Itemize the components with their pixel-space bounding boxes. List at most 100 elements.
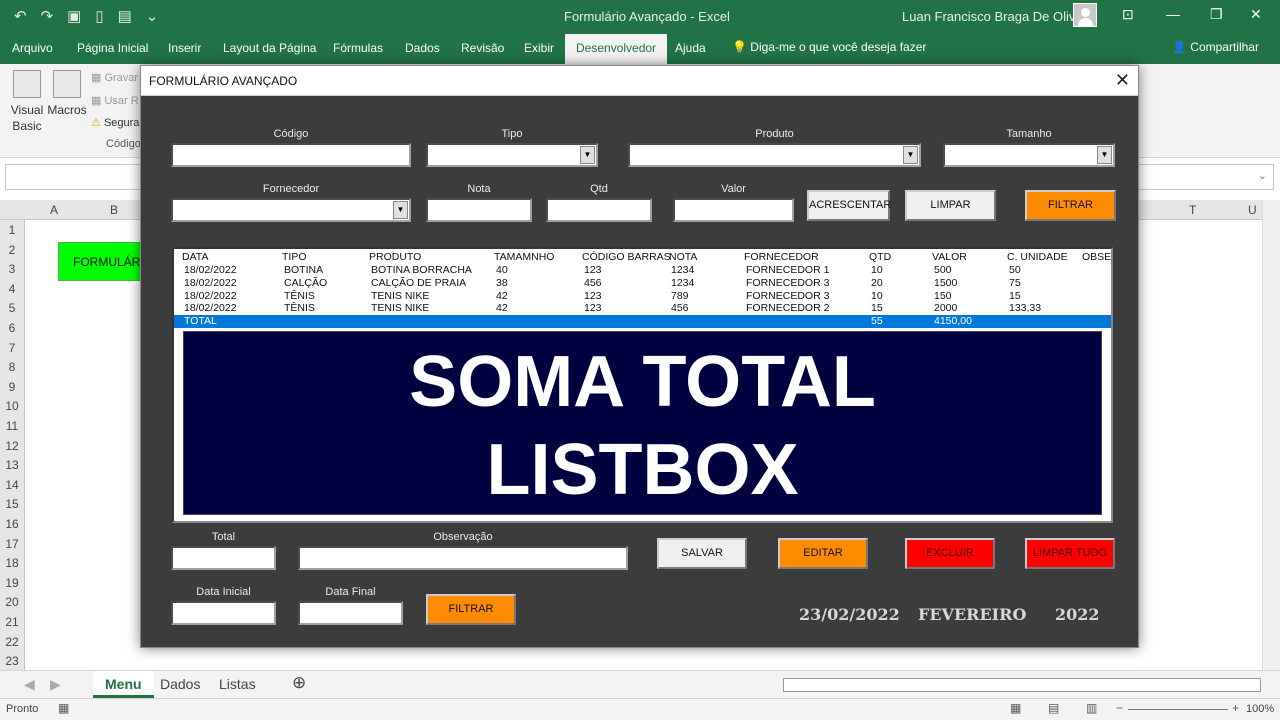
add-sheet-icon[interactable]: ⊕ [292,673,306,693]
acrescentar-button[interactable]: ACRESCENTAR [807,190,891,221]
row-header[interactable]: 12 [0,439,24,453]
sheet-tab-listas[interactable]: Listas [219,676,256,692]
chevron-down-icon[interactable]: ▼ [903,146,918,164]
records-listbox[interactable]: DATA TIPO PRODUTO TAMAMNHO CÓDIGO BARRAS NOTA… [172,247,1113,523]
limpar-tudo-button[interactable]: LIMPAR TUDO [1025,538,1115,569]
horizontal-scrollbar[interactable] [783,678,1261,692]
row-header[interactable]: 6 [0,321,24,335]
tell-me-search[interactable]: 💡 Diga-me o que você deseja fazer [732,40,926,54]
row-header[interactable]: 15 [0,497,24,511]
tab-ajuda[interactable]: Ajuda [675,41,706,55]
row-header[interactable]: 22 [0,635,24,649]
listbox-row[interactable]: 18/02/2022 TÊNIS TENIS NIKE 42 123 789 FORNECE… [174,290,1111,303]
tab-revisao[interactable]: Revisão [461,41,504,55]
page-layout-icon[interactable]: ▤ [1048,701,1059,715]
row-header[interactable]: 9 [0,380,24,394]
row-header[interactable]: 23 [0,654,24,668]
zoom-level[interactable]: 100% [1246,703,1274,715]
row-header[interactable]: 4 [0,282,24,296]
tab-layout[interactable]: Layout da Página [223,41,316,55]
prev-sheet-icon[interactable]: ◀ [24,676,35,693]
tab-desenvolvedor[interactable]: Desenvolvedor [565,34,668,64]
row-header[interactable]: 13 [0,458,24,472]
ribbon-display-icon[interactable]: ⊡ [1122,6,1134,23]
filtrar-button[interactable]: FILTRAR [1025,190,1116,221]
row-header[interactable]: 21 [0,615,24,629]
zoom-out-icon[interactable]: − [1116,701,1123,715]
qtd-input[interactable] [546,198,652,222]
row-header[interactable]: 11 [0,419,24,433]
macro-security-button[interactable]: ⚠ Segura [91,116,139,129]
filtrar-datas-button[interactable]: FILTRAR [426,594,516,625]
row-header[interactable]: 14 [0,478,24,492]
produto-combobox[interactable]: ▼ [628,143,921,167]
row-header[interactable]: 19 [0,576,24,590]
macros-button[interactable]: Macros [47,70,87,118]
row-header[interactable]: 5 [0,301,24,315]
row-header[interactable]: 1 [0,223,24,237]
sheet-tab-menu[interactable]: Menu [93,671,154,698]
chevron-down-icon[interactable]: ▼ [393,201,408,219]
row-header[interactable]: 20 [0,595,24,609]
redo-icon[interactable]: ↷ [41,7,54,25]
save-icon[interactable]: ▣ [67,7,81,25]
row-header[interactable]: 18 [0,556,24,570]
total-input[interactable] [171,546,276,570]
listbox-row[interactable]: 18/02/2022 CALÇÃO CALÇÃO DE PRAIA 38 456 1234… [174,277,1111,290]
share-button[interactable]: 👤 Compartilhar [1172,40,1259,54]
tab-exibir[interactable]: Exibir [524,41,554,55]
col-header[interactable]: B [110,203,118,217]
row-header[interactable]: 17 [0,537,24,551]
macro-record-icon[interactable]: ▦ [58,701,69,715]
close-icon[interactable]: ✕ [1250,6,1262,23]
tamanho-combobox[interactable]: ▼ [943,143,1115,167]
expand-formula-icon[interactable]: ⌄ [1258,169,1267,182]
tab-arquivo[interactable]: Arquivo [12,41,53,55]
row-header[interactable]: 8 [0,360,24,374]
zoom-slider[interactable] [1128,709,1228,710]
row-header[interactable]: 7 [0,341,24,355]
listbox-row[interactable]: 18/02/2022 TÊNIS TENIS NIKE 42 123 456 FORNECE… [174,302,1111,315]
new-document-icon[interactable]: ▯ [95,7,103,25]
data-final-input[interactable] [298,601,403,625]
sheet-tab-dados[interactable]: Dados [160,676,200,692]
relative-ref-button[interactable]: ▦ Usar R [91,94,139,107]
salvar-button[interactable]: SALVAR [657,538,747,569]
editar-button[interactable]: EDITAR [778,538,868,569]
customize-qat-icon[interactable]: ⌄ [146,7,159,25]
avatar[interactable] [1073,3,1097,27]
data-inicial-input[interactable] [171,601,276,625]
tab-dados[interactable]: Dados [405,41,440,55]
normal-view-icon[interactable]: ▦ [1010,701,1021,715]
valor-input[interactable] [673,198,794,222]
codigo-input[interactable] [171,143,411,167]
col-header[interactable]: U [1248,203,1257,217]
form-icon[interactable]: ▤ [118,7,132,25]
open-form-button[interactable]: FORMULÁRIO [58,242,148,281]
row-header[interactable]: 2 [0,243,24,257]
minimize-icon[interactable]: — [1166,6,1180,22]
nota-input[interactable] [426,198,532,222]
fornecedor-combobox[interactable]: ▼ [171,198,411,222]
chevron-down-icon[interactable]: ▼ [1097,146,1112,164]
row-header[interactable]: 10 [0,399,24,413]
restore-icon[interactable]: ❐ [1210,6,1223,23]
record-macro-button[interactable]: ▦ Gravar [91,71,138,84]
dialog-close-icon[interactable]: ✕ [1115,70,1130,91]
col-header[interactable]: T [1189,203,1196,217]
excluir-button[interactable]: EXCLUIR [905,538,995,569]
observacao-input[interactable] [298,546,628,570]
undo-icon[interactable]: ↶ [14,7,27,25]
row-header[interactable]: 3 [0,262,24,276]
chevron-down-icon[interactable]: ▼ [580,146,595,164]
tipo-combobox[interactable]: ▼ [426,143,598,167]
vertical-scrollbar[interactable] [1262,200,1280,670]
zoom-in-icon[interactable]: + [1232,701,1239,715]
col-header[interactable]: A [50,203,58,217]
listbox-row[interactable]: 18/02/2022 BOTINA BOTINA BORRACHA 40 123 1234… [174,264,1111,277]
tab-pagina-inicial[interactable]: Página Inicial [77,41,148,55]
row-header[interactable]: 16 [0,517,24,531]
limpar-button[interactable]: LIMPAR [905,190,996,221]
page-break-icon[interactable]: ▥ [1086,701,1097,715]
tab-formulas[interactable]: Fórmulas [333,41,383,55]
